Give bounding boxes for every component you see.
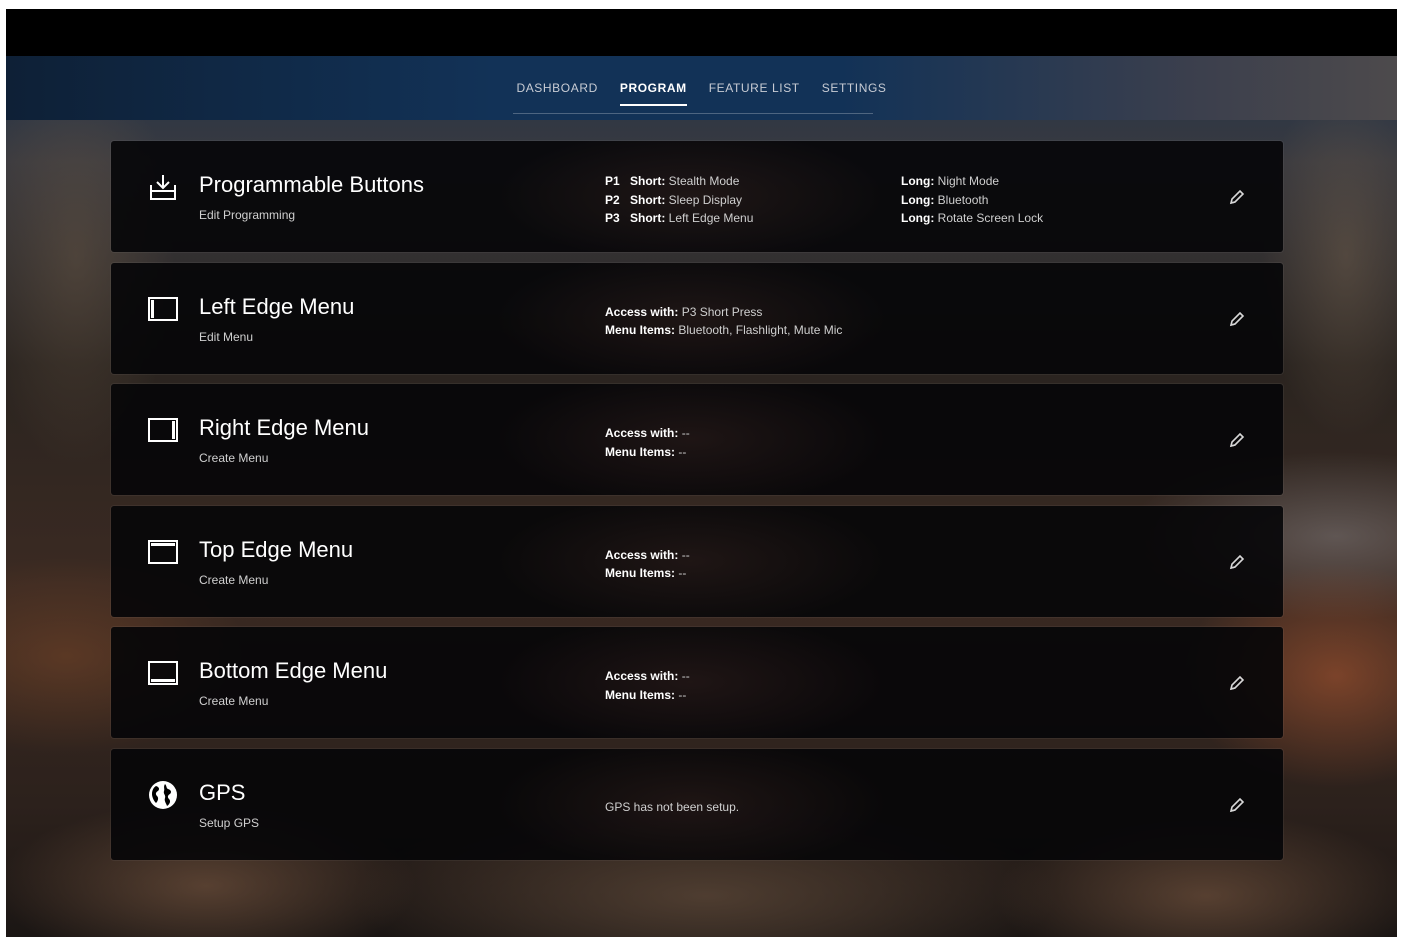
gps-status: GPS has not been setup. — [605, 798, 739, 817]
items-row: Menu Items: -- — [605, 443, 690, 462]
pencil-icon[interactable] — [1227, 552, 1247, 572]
items-value: -- — [678, 566, 687, 581]
access-label: Access with: — [605, 547, 679, 562]
card-subtitle-link[interactable]: Setup GPS — [199, 816, 259, 830]
tab-feature-list[interactable]: FEATURE LIST — [698, 56, 811, 120]
items-label: Menu Items: — [605, 687, 676, 702]
long-label: Long: — [901, 174, 935, 188]
card-subtitle-link[interactable]: Create Menu — [199, 573, 268, 587]
access-label: Access with: — [605, 669, 679, 684]
access-row: Access with: -- — [605, 424, 690, 443]
long-value: Night Mode — [937, 174, 1000, 188]
program-card-list: Programmable Buttons Edit Programming P1… — [111, 141, 1283, 871]
card-bottom-edge-menu[interactable]: Bottom Edge Menu Create Menu Access with… — [111, 627, 1283, 739]
access-value: P3 Short Press — [681, 304, 763, 319]
card-subtitle-link[interactable]: Create Menu — [199, 451, 268, 465]
app-window: DASHBOARD PROGRAM FEATURE LIST SETTINGS … — [6, 9, 1397, 937]
button-row-p3: P3 Short: Left Edge Menu — [605, 209, 753, 228]
card-glow — [491, 748, 1011, 860]
long-value: Bluetooth — [937, 192, 989, 207]
items-row: Menu Items: -- — [605, 564, 690, 583]
access-value: -- — [681, 547, 690, 562]
short-value: Stealth Mode — [668, 174, 740, 188]
right-edge-screen-icon — [147, 414, 179, 446]
short-press-list: P1 Short: Stealth Mode P2 Short: Sleep D… — [605, 172, 753, 228]
download-tray-icon — [147, 171, 179, 203]
long-row-p3: Long: Rotate Screen Lock — [901, 209, 1043, 228]
card-glow — [491, 505, 1011, 617]
card-title: Top Edge Menu — [199, 536, 354, 562]
short-value: Left Edge Menu — [668, 211, 754, 225]
button-row-p2: P2 Short: Sleep Display — [605, 191, 753, 210]
long-press-list: Long: Night Mode Long: Bluetooth Long: R… — [901, 172, 1043, 228]
button-key: P1 — [605, 174, 620, 188]
card-title: Programmable Buttons — [199, 172, 424, 197]
items-value: Bluetooth, Flashlight, Mute Mic — [678, 323, 843, 338]
card-subtitle-link[interactable]: Create Menu — [199, 694, 268, 708]
access-row: Access with: -- — [605, 546, 690, 565]
items-row: Menu Items: -- — [605, 686, 690, 705]
long-row-p1: Long: Night Mode — [901, 172, 1043, 191]
long-label: Long: — [901, 211, 935, 225]
tab-settings[interactable]: SETTINGS — [811, 56, 898, 120]
long-label: Long: — [901, 192, 935, 207]
card-title: Bottom Edge Menu — [199, 658, 388, 684]
access-label: Access with: — [605, 426, 679, 441]
top-black-bar — [6, 9, 1397, 56]
items-value: -- — [678, 444, 687, 459]
items-label: Menu Items: — [605, 444, 676, 459]
access-row: Access with: -- — [605, 667, 690, 686]
short-label: Short: — [630, 211, 666, 225]
pencil-icon[interactable] — [1227, 309, 1247, 329]
top-edge-screen-icon — [147, 536, 179, 568]
tab-dashboard[interactable]: DASHBOARD — [505, 56, 608, 120]
menu-details: Access with: -- Menu Items: -- — [605, 667, 690, 704]
access-value: -- — [681, 669, 690, 684]
short-label: Short: — [630, 174, 666, 188]
card-title: Left Edge Menu — [199, 293, 355, 319]
card-subtitle-link[interactable]: Edit Programming — [199, 208, 295, 222]
card-title: GPS — [199, 779, 246, 805]
card-glow — [491, 384, 1011, 496]
items-label: Menu Items: — [605, 323, 676, 338]
pencil-icon[interactable] — [1227, 795, 1247, 815]
card-title: Right Edge Menu — [199, 415, 369, 441]
short-label: Short: — [630, 192, 666, 207]
main-nav: DASHBOARD PROGRAM FEATURE LIST SETTINGS — [6, 56, 1397, 120]
menu-details: Access with: -- Menu Items: -- — [605, 546, 690, 583]
long-row-p2: Long: Bluetooth — [901, 191, 1043, 210]
card-gps[interactable]: GPS Setup GPS GPS has not been setup. — [111, 748, 1283, 860]
access-value: -- — [681, 426, 690, 441]
card-programmable-buttons[interactable]: Programmable Buttons Edit Programming P1… — [111, 141, 1283, 252]
items-label: Menu Items: — [605, 566, 676, 581]
items-row: Menu Items: Bluetooth, Flashlight, Mute … — [605, 321, 842, 340]
short-value: Sleep Display — [668, 192, 743, 207]
card-glow — [491, 627, 1011, 739]
card-subtitle-link[interactable]: Edit Menu — [199, 330, 253, 344]
items-value: -- — [678, 687, 687, 702]
menu-details: Access with: -- Menu Items: -- — [605, 424, 690, 461]
card-left-edge-menu[interactable]: Left Edge Menu Edit Menu Access with: P3… — [111, 262, 1283, 374]
bottom-edge-screen-icon — [147, 657, 179, 689]
gps-status-text: GPS has not been setup. — [605, 799, 740, 814]
left-edge-screen-icon — [147, 293, 179, 325]
long-value: Rotate Screen Lock — [937, 211, 1044, 225]
card-right-edge-menu[interactable]: Right Edge Menu Create Menu Access with:… — [111, 384, 1283, 496]
menu-details: Access with: P3 Short Press Menu Items: … — [605, 303, 842, 340]
button-key: P2 — [605, 192, 620, 207]
button-key: P3 — [605, 211, 620, 225]
card-top-edge-menu[interactable]: Top Edge Menu Create Menu Access with: -… — [111, 505, 1283, 617]
button-row-p1: P1 Short: Stealth Mode — [605, 172, 753, 191]
pencil-icon[interactable] — [1227, 187, 1247, 207]
globe-icon — [147, 779, 179, 811]
access-label: Access with: — [605, 304, 679, 319]
pencil-icon[interactable] — [1227, 430, 1247, 450]
access-row: Access with: P3 Short Press — [605, 303, 842, 322]
tab-program[interactable]: PROGRAM — [609, 56, 698, 120]
pencil-icon[interactable] — [1227, 673, 1247, 693]
nav-divider — [513, 113, 873, 114]
